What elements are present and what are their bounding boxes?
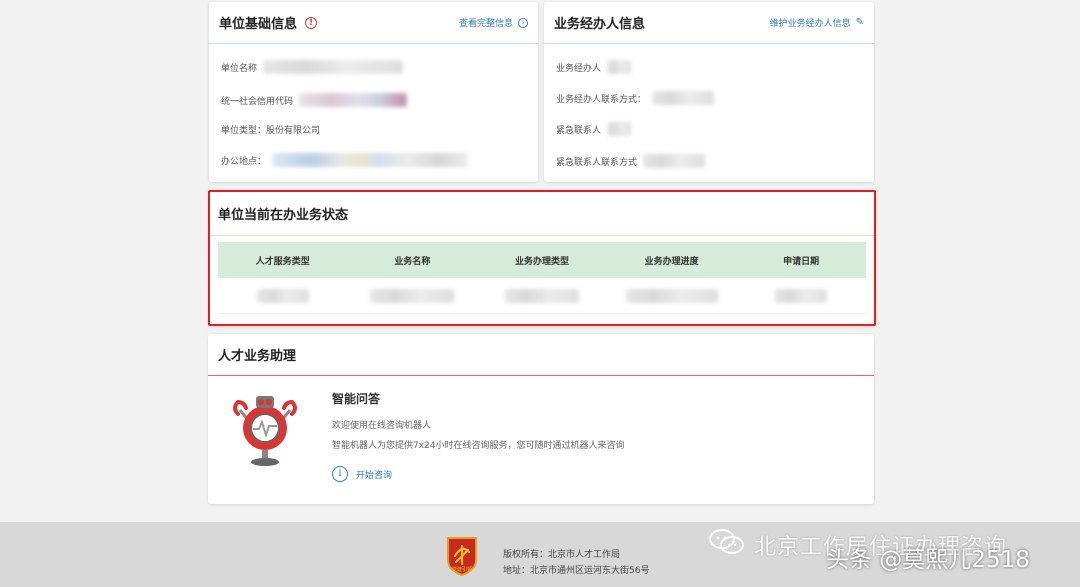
office-address-label: 办公地点： <box>221 156 267 167</box>
emergency-label: 紧急联系人 <box>556 125 602 136</box>
robot-icon <box>230 392 300 471</box>
business-status-table: 人才服务类型 业务名称 业务办理类型 业务办理进度 申请日期 <box>218 242 866 314</box>
service-description: 智能机器人为您提供7x24小时在线咨询服务，您可随时通过机器人来咨询 <box>332 441 625 451</box>
table-cell <box>477 288 607 303</box>
welcome-text: 欢迎使用在线咨询机器人 <box>332 421 432 431</box>
talent-assistant-title: 人才业务助理 <box>218 349 297 364</box>
redacted-emergency-contact <box>643 154 706 168</box>
redacted-unit-name <box>263 60 404 74</box>
business-status-header: 单位当前在办业务状态 <box>210 192 874 236</box>
info-icon: i <box>332 466 348 482</box>
emergency-contact-row: 紧急联系人联系方式 <box>556 154 706 168</box>
credit-code-row: 统一社会信用代码 <box>221 93 408 107</box>
table-cell <box>736 288 866 303</box>
info-icon[interactable]: ! <box>305 16 318 29</box>
maintain-agent-info-link[interactable]: 维护业务经办人信息 ✎ <box>770 16 864 29</box>
column-header: 人才服务类型 <box>255 256 310 267</box>
footer-address: 地址：北京市通州区运河东大街56号 <box>503 566 650 576</box>
column-header: 业务名称 <box>394 256 431 267</box>
business-status-title: 单位当前在办业务状态 <box>218 208 349 223</box>
wechat-icon <box>708 528 746 562</box>
talent-assistant-header: 人才业务助理 <box>208 334 874 376</box>
unit-type-row: 单位类型： 股份有限公司 <box>221 123 320 136</box>
table-row[interactable] <box>218 278 866 314</box>
view-full-info-link[interactable]: 查看完整信息 › <box>459 16 528 29</box>
unit-type-label: 单位类型： <box>221 126 267 136</box>
agent-contact-label: 业务经办人联系方式： <box>556 94 647 105</box>
table-cell <box>607 288 737 303</box>
agent-row: 业务经办人 <box>556 60 632 74</box>
agent-label: 业务经办人 <box>556 63 602 74</box>
redacted-credit-code <box>299 93 408 107</box>
emergency-contact-label: 紧急联系人联系方式 <box>556 157 638 168</box>
basic-info-card: 单位基础信息 ! 查看完整信息 › 单位名称 统一社会信用代码 单位类型： 股份… <box>209 2 538 182</box>
start-consult-label: 开始咨询 <box>356 470 393 481</box>
credit-code-label: 统一社会信用代码 <box>221 96 294 107</box>
unit-name-label: 单位名称 <box>221 63 258 74</box>
office-address-row: 办公地点： <box>221 153 469 167</box>
business-status-card: 单位当前在办业务状态 人才服务类型 业务名称 业务办理类型 业务办理进度 申请日… <box>208 190 876 326</box>
redacted-agent <box>607 60 632 74</box>
table-cell <box>348 288 478 303</box>
redacted-agent-contact <box>652 91 715 105</box>
watermark-line2: 头条 @莫熙儿2518 <box>826 547 1030 573</box>
talent-assistant-card: 人才业务助理 智能问答 欢迎使用在线咨询机器人 智能机器人为您提供7x24小时在… <box>208 334 874 504</box>
column-header: 业务办理类型 <box>514 256 569 267</box>
view-full-info-label: 查看完整信息 <box>458 19 513 29</box>
redacted-address <box>272 153 469 167</box>
redacted-emergency <box>607 122 632 136</box>
maintain-agent-info-label: 维护业务经办人信息 <box>769 19 851 29</box>
unit-type-value: 股份有限公司 <box>266 126 321 136</box>
table-header: 人才服务类型 业务名称 业务办理类型 业务办理进度 申请日期 <box>218 242 866 278</box>
arrow-right-icon: › <box>518 17 528 28</box>
table-cell <box>218 288 348 303</box>
basic-info-title: 单位基础信息 <box>219 17 298 32</box>
party-emblem-logo: 党建引领 <box>444 536 480 580</box>
agent-info-card: 业务经办人信息 维护业务经办人信息 ✎ 业务经办人 业务经办人联系方式： 紧急联… <box>544 2 874 182</box>
start-consult-link[interactable]: i 开始咨询 <box>332 466 392 482</box>
svg-text:党建引领: 党建引领 <box>452 566 472 573</box>
agent-contact-row: 业务经办人联系方式： <box>556 91 715 105</box>
agent-info-header: 业务经办人信息 维护业务经办人信息 ✎ <box>544 2 874 44</box>
column-header: 业务办理进度 <box>644 256 699 267</box>
smart-qa-title: 智能问答 <box>332 392 381 406</box>
unit-name-row: 单位名称 <box>221 60 404 74</box>
column-header: 申请日期 <box>783 256 820 267</box>
basic-info-header: 单位基础信息 ! 查看完整信息 › <box>209 2 538 44</box>
pencil-icon: ✎ <box>855 17 864 28</box>
copyright-text: 版权所有：北京市人才工作局 <box>503 550 621 560</box>
emergency-row: 紧急联系人 <box>556 122 632 136</box>
agent-info-title: 业务经办人信息 <box>554 17 646 32</box>
